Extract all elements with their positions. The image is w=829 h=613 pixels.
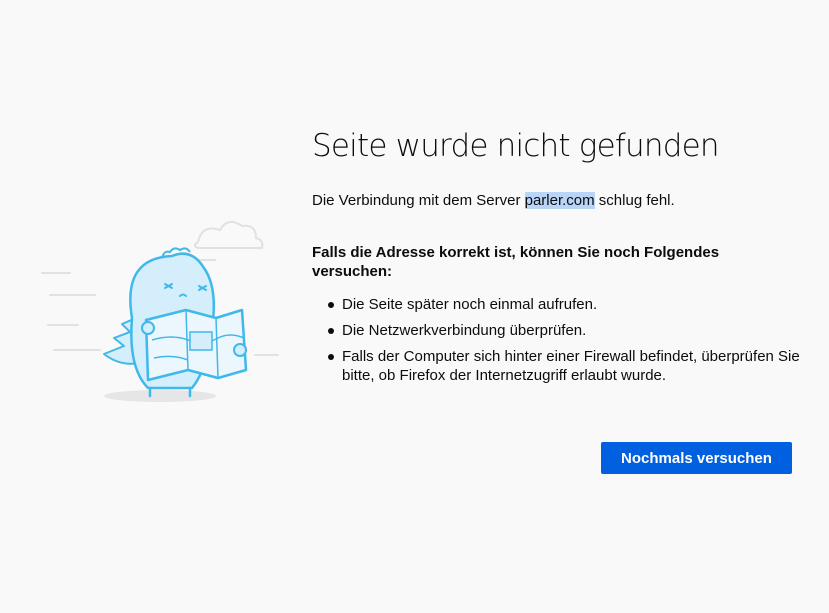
suggestion-item: Falls der Computer sich hinter einer Fir… [328,347,802,385]
description-suffix: schlug fehl. [594,192,675,210]
error-content: Seite wurde nicht gefunden Die Verbindun… [312,128,802,392]
retry-button[interactable]: Nochmals versuchen [601,442,792,474]
error-description[interactable]: Die Verbindung mit dem Server parler.com… [312,191,802,211]
suggestion-item: Die Netzwerkverbindung überprüfen. [328,321,802,340]
page-title: Seite wurde nicht gefunden [312,128,720,164]
suggestion-item: Die Seite später noch einmal aufrufen. [328,295,802,314]
description-prefix: Die Verbindung mit dem Server [312,192,525,210]
error-page: Seite wurde nicht gefunden Die Verbindun… [0,0,829,613]
selected-hostname[interactable]: parler.com [524,192,595,210]
suggestion-heading: Falls die Adresse korrekt ist, können Si… [312,244,720,281]
suggestion-list: Die Seite später noch einmal aufrufen. D… [312,295,802,385]
lost-dino-with-map-icon [40,200,280,420]
